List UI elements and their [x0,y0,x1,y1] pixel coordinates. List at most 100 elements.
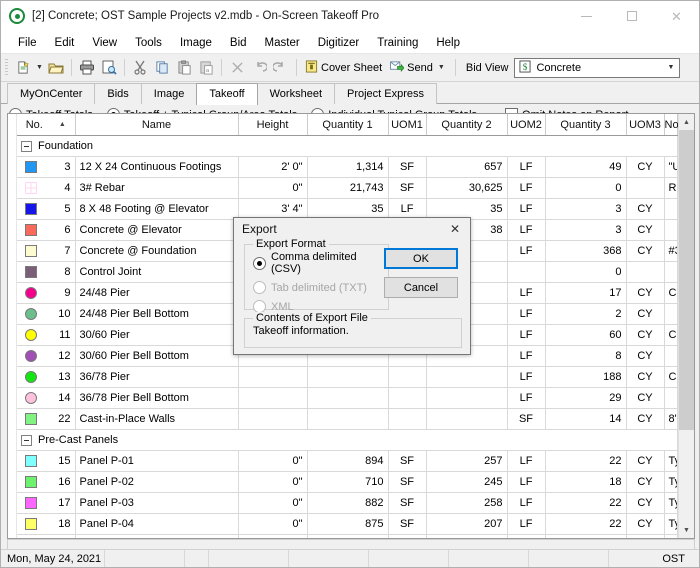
table-row[interactable]: 14 36/78 Pier Bell Bottom LF 29 CY [17,387,678,409]
menu-bid[interactable]: Bid [221,35,256,51]
color-swatch [25,350,37,362]
status-cell-6 [369,550,449,567]
tab-bids[interactable]: Bids [94,83,142,104]
cell-quantity1: 21,743 [307,177,389,199]
cell-height: 0" [238,492,308,514]
minimize-button[interactable] [564,1,609,31]
cancel-button[interactable]: Cancel [384,277,458,298]
color-swatch [25,245,37,257]
cell-name: 8 X 48 Footing @ Elevator [75,198,239,220]
table-row[interactable]: 17Panel P-030"882SF258LF22CYTypical pane… [17,492,678,514]
cell-notes: Typical panel wi... [664,450,678,472]
chevron-down-icon[interactable]: ▼ [668,64,675,71]
bid-view-combobox[interactable]: $ Concrete ▼ [514,57,681,78]
maximize-button[interactable] [609,1,654,31]
column-header-uom1[interactable]: UOM1 [388,114,427,136]
cell-quantity3: 3 [545,198,627,220]
cell-notes [664,303,678,325]
cut-icon[interactable] [129,57,151,79]
print-preview-icon[interactable] [98,57,120,79]
cell-uom1: SF [388,492,427,514]
close-button[interactable]: ✕ [654,1,699,31]
menu-image[interactable]: Image [171,35,221,51]
print-icon[interactable] [76,57,98,79]
column-header-name[interactable]: Name [75,114,239,136]
column-header-no[interactable]: No. ▲ [17,114,76,136]
column-header-uom3[interactable]: UOM3 [626,114,665,136]
scrollbar-track[interactable] [679,130,694,522]
toolbar-grip[interactable] [5,58,8,77]
tab-myoncenter[interactable]: MyOnCenter [7,83,96,104]
cell-uom3: CY [626,219,665,241]
tab-takeoff[interactable]: Takeoff [196,83,258,105]
menu-tools[interactable]: Tools [126,35,171,51]
menu-digitizer[interactable]: Digitizer [309,35,369,51]
menu-bar: File Edit View Tools Image Bid Master Di… [1,32,699,54]
table-row[interactable]: 1336/78 Pier LF188CYConcrete 3000 ... [17,366,678,388]
status-right-label: OST [662,552,685,565]
collapse-toggle-icon[interactable] [21,140,32,152]
scrollbar-thumb[interactable] [679,130,694,430]
cell-quantity3: 368 [545,240,627,262]
open-folder-icon[interactable] [45,57,67,79]
table-row[interactable]: 16Panel P-020"710SF245LF18CYTypical pane… [17,471,678,493]
send-dropdown-icon[interactable]: ▼ [436,57,447,79]
grid-vertical-scrollbar[interactable]: ▲ ▼ [678,114,694,538]
cover-sheet-button[interactable]: Cover Sheet [301,57,386,79]
cell-quantity2: 237 [426,534,508,538]
radio-csv[interactable] [253,256,266,270]
radio-txt-label: Tab delimited (TXT) [271,281,367,294]
table-row[interactable]: 19Panel P-050"801SF237LF20CYTypical pane… [17,534,678,538]
color-swatch [25,308,37,320]
cell-notes [664,198,678,220]
radio-xml-label: XML [271,300,294,313]
paste-icon[interactable] [173,57,195,79]
table-row[interactable]: 18Panel P-040"875SF207LF22CYTypical pane… [17,513,678,535]
redo-icon[interactable] [270,57,292,79]
menu-help[interactable]: Help [427,35,469,51]
cell-uom1 [388,408,427,430]
menu-file[interactable]: File [9,35,46,51]
cell-uom1: SF [388,156,427,178]
send-button[interactable]: Send ▼ [386,57,451,79]
scroll-down-arrow-icon[interactable]: ▼ [679,522,694,538]
column-header-notes[interactable]: Notes [664,114,678,136]
table-row[interactable]: 43# Rebar0"21,743SF30,625LF0 Reinforce Sl… [17,177,678,199]
scroll-up-arrow-icon[interactable]: ▲ [679,114,694,130]
paste-special-icon[interactable]: a [195,57,217,79]
copy-icon[interactable] [151,57,173,79]
column-header-quantity3[interactable]: Quantity 3 [545,114,627,136]
cell-uom3: CY [626,198,665,220]
undo-icon[interactable] [248,57,270,79]
cell-height: 0" [238,534,308,538]
menu-edit[interactable]: Edit [46,35,84,51]
cell-no: 22 [17,408,76,430]
table-row[interactable]: 22Cast-in-Place Walls SF14CY8" CIP Snap-t… [17,408,678,430]
cell-uom2: LF [507,450,546,472]
table-group-row[interactable]: Pre-Cast Panels [17,429,678,451]
table-row[interactable]: 15Panel P-010"894SF257LF22CYTypical pane… [17,450,678,472]
cell-uom2: LF [507,219,546,241]
tab-worksheet[interactable]: Worksheet [256,83,335,104]
column-header-height[interactable]: Height [238,114,308,136]
menu-view[interactable]: View [83,35,126,51]
table-row[interactable]: 3 12 X 24 Continuous Footings 2' 0" 1,314 SF… [17,156,678,178]
new-document-dropdown-icon[interactable]: ▼ [34,57,45,79]
delete-icon[interactable] [226,57,248,79]
tab-image[interactable]: Image [140,83,198,104]
column-header-quantity1[interactable]: Quantity 1 [307,114,389,136]
cell-quantity3: 29 [545,387,627,409]
tab-project-express[interactable]: Project Express [334,83,438,104]
color-swatch [25,455,37,467]
table-group-row[interactable]: Foundation [17,135,678,157]
collapse-toggle-icon[interactable] [21,434,32,446]
new-document-icon[interactable] [12,57,34,79]
dialog-close-icon[interactable]: ✕ [446,220,464,238]
menu-training[interactable]: Training [368,35,427,51]
menu-master[interactable]: Master [256,35,309,51]
export-option-csv[interactable]: Comma delimited (CSV) [253,251,388,275]
column-header-uom2[interactable]: UOM2 [507,114,546,136]
column-header-quantity2[interactable]: Quantity 2 [426,114,508,136]
cell-uom2: LF [507,492,546,514]
ok-button[interactable]: OK [384,248,458,269]
